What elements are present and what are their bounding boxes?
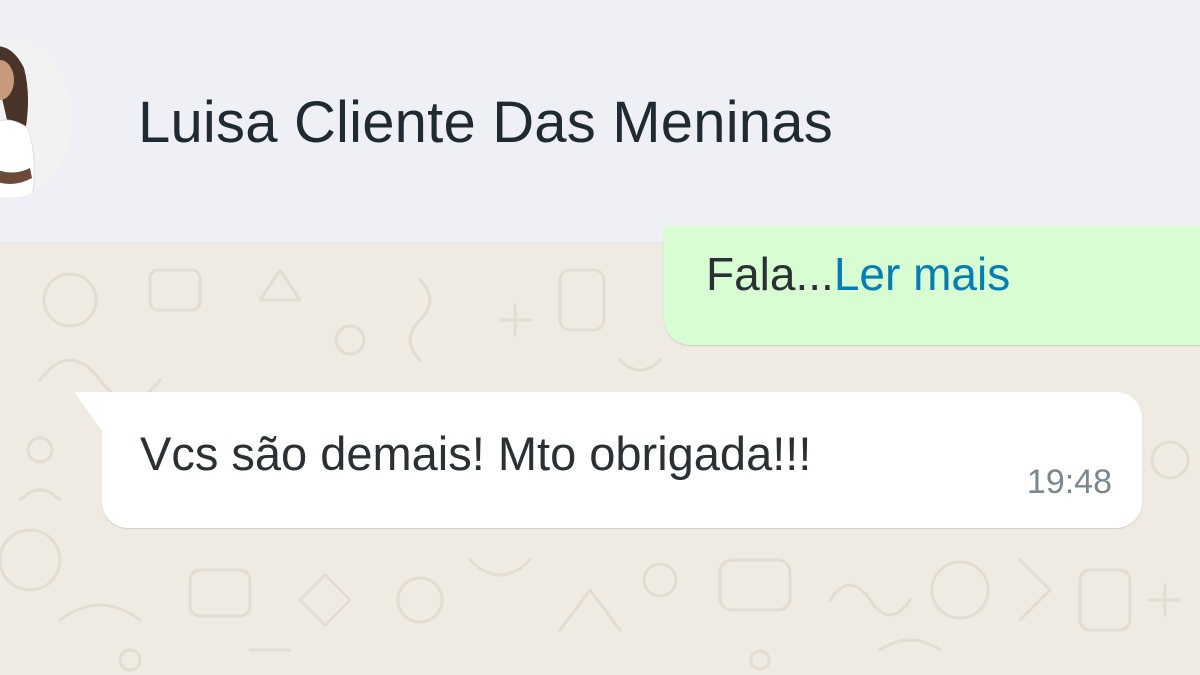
read-more-link[interactable]: Ler mais — [834, 248, 1010, 300]
outgoing-message: Fala...Ler mais — [706, 246, 1010, 302]
contact-name[interactable]: Luisa Cliente Das Meninas — [138, 88, 833, 158]
outgoing-message-text: Fala... — [706, 248, 834, 300]
chat-header: Luisa Cliente Das Meninas — [0, 0, 1200, 243]
incoming-message-bubble: Vcs são demais! Mto obrigada!!! 19:48 — [102, 392, 1142, 528]
message-timestamp: 19:48 — [1026, 463, 1112, 501]
contact-photo-icon — [0, 38, 72, 198]
incoming-message-text: Vcs são demais! Mto obrigada!!! — [140, 427, 812, 480]
contact-avatar[interactable] — [0, 38, 72, 198]
outgoing-message-bubble: Fala...Ler mais — [664, 226, 1200, 345]
